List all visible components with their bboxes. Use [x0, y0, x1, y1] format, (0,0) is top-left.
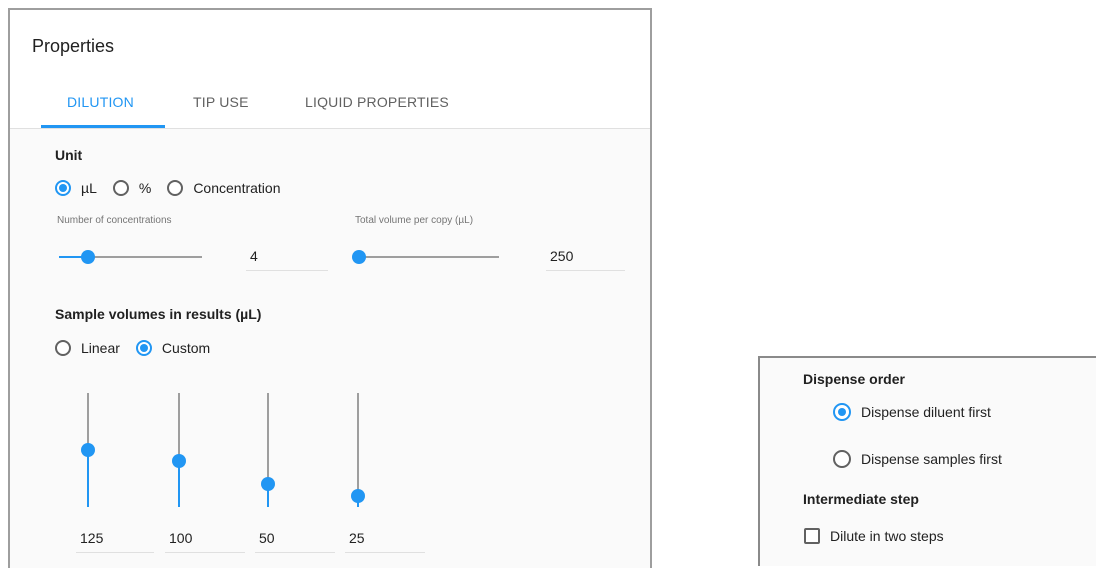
total-volume-input[interactable]: 250 [546, 243, 625, 271]
tab-liquid-properties[interactable]: LIQUID PROPERTIES [305, 82, 449, 126]
panel-title: Properties [32, 36, 115, 56]
linear-radio[interactable] [55, 340, 71, 356]
sample-volume-input-4[interactable]: 25 [345, 525, 425, 553]
slider-fill [87, 450, 89, 507]
linear-label: Linear [81, 340, 120, 356]
dilute-two-steps-checkbox[interactable] [804, 528, 820, 544]
dispense-panel: Dispense order Dispense diluent first Di… [758, 356, 1096, 566]
dispense-samples-radio[interactable] [833, 450, 851, 468]
concentrations-caption: Number of concentrations [57, 215, 172, 226]
slider-thumb[interactable] [80, 250, 95, 264]
dilute-two-steps-label: Dilute in two steps [830, 528, 944, 544]
sample-mode-radio-group: Linear Custom [55, 340, 226, 356]
sample-volume-slider-4[interactable] [351, 393, 365, 507]
intermediate-step-label: Intermediate step [803, 491, 919, 507]
sample-volumes-label: Sample volumes in results (µL) [55, 306, 262, 322]
tab-tip-use[interactable]: TIP USE [193, 82, 249, 126]
active-tab-indicator [41, 125, 165, 128]
unit-ul-radio[interactable] [55, 180, 71, 196]
slider-thumb[interactable] [351, 488, 365, 503]
total-volume-caption: Total volume per copy (µL) [355, 215, 474, 226]
unit-percent-radio[interactable] [112, 180, 129, 196]
custom-radio[interactable] [135, 340, 152, 356]
sample-volume-slider-2[interactable] [172, 393, 186, 507]
concentrations-input[interactable]: 4 [246, 243, 328, 271]
tab-dilution[interactable]: DILUTION [67, 82, 134, 126]
unit-label: Unit [55, 147, 83, 163]
unit-concentration-label: Concentration [193, 180, 281, 196]
dispense-diluent-label: Dispense diluent first [861, 404, 991, 420]
sample-volume-slider-1[interactable] [81, 393, 95, 507]
sample-volume-input-1[interactable]: 125 [76, 525, 154, 553]
sample-volume-input-3[interactable]: 50 [255, 525, 335, 553]
unit-radio-group: µL % Concentration [55, 180, 296, 196]
custom-label: Custom [161, 340, 211, 356]
slider-fill [178, 461, 180, 507]
dilute-two-steps-option: Dilute in two steps [804, 528, 960, 544]
unit-percent-label: % [138, 180, 152, 196]
dispense-samples-label: Dispense samples first [861, 451, 1002, 467]
properties-panel: Properties DILUTION TIP USE LIQUID PROPE… [8, 8, 652, 568]
dispense-diluent-radio[interactable] [833, 403, 851, 421]
slider-thumb[interactable] [172, 454, 186, 469]
slider-thumb[interactable] [81, 443, 95, 457]
slider-thumb[interactable] [352, 250, 366, 264]
dispense-samples-option: Dispense samples first [833, 450, 1018, 468]
sample-volume-slider-3[interactable] [261, 393, 275, 507]
sample-volume-input-2[interactable]: 100 [165, 525, 245, 553]
dispense-diluent-option: Dispense diluent first [833, 403, 1007, 421]
concentrations-slider[interactable] [59, 250, 202, 264]
total-volume-slider[interactable] [352, 250, 499, 264]
unit-ul-label: µL [81, 180, 97, 196]
dispense-order-label: Dispense order [803, 371, 905, 387]
tab-bar: DILUTION TIP USE LIQUID PROPERTIES [10, 82, 650, 129]
slider-track [359, 256, 499, 258]
unit-concentration-radio[interactable] [167, 180, 184, 196]
dilution-content: Unit µL % Concentration Number of concen… [10, 129, 650, 568]
slider-thumb[interactable] [261, 477, 275, 492]
